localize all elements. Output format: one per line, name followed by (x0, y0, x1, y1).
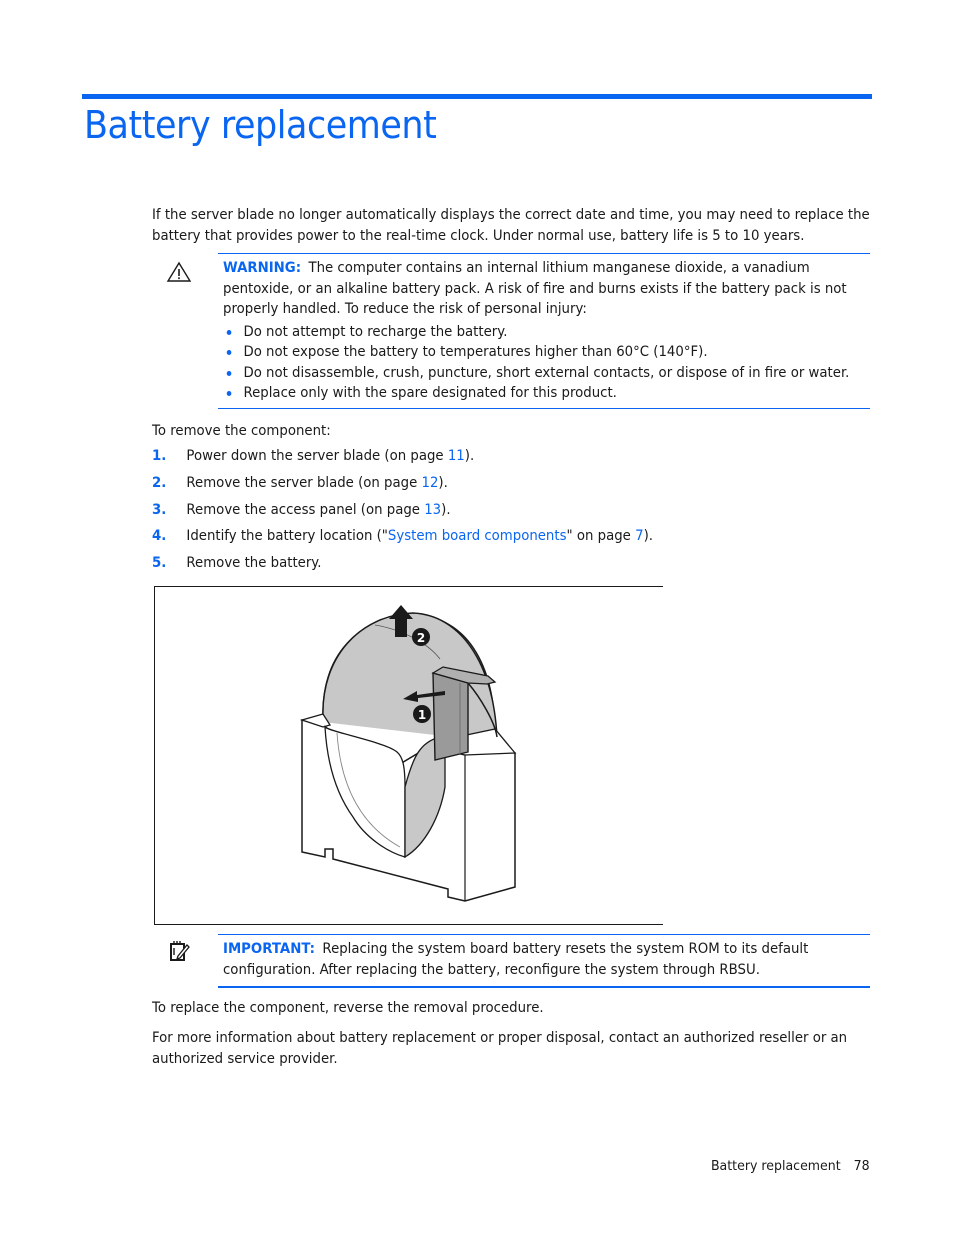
callout-1-label: 1 (418, 708, 426, 722)
warning-bullet-item: Do not attempt to recharge the battery. (223, 322, 849, 342)
more-info-line: authorized service provider. (152, 1050, 338, 1067)
important-notice: IMPORTANT: Replacing the system board bat… (170, 934, 870, 988)
step-number: 3. (152, 501, 167, 518)
step-number: 1. (152, 448, 167, 464)
warning-text: WARNING: The computer contains an interna… (223, 258, 874, 320)
removal-intro: To remove the component: (152, 423, 331, 439)
warning-bullet-item: Do not disassemble, crush, puncture, sho… (223, 363, 849, 383)
step-text: Remove the battery. (186, 555, 322, 572)
bullet-icon (226, 370, 232, 376)
important-line: Replacing the system board battery reset… (322, 941, 809, 957)
bullet-text: Replace only with the spare designated f… (243, 384, 617, 401)
more-info-paragraph: For more information about battery repla… (152, 1028, 848, 1069)
important-line: configuration. After replacing the batte… (223, 961, 760, 978)
page-link[interactable]: 7 (635, 528, 643, 544)
step-text-middle: " on page (566, 528, 636, 545)
warning-bullet-list: Do not attempt to recharge the battery. … (223, 322, 849, 403)
step-text: Power down the server blade (on page (186, 448, 448, 464)
step-item: 3. Remove the access panel (on page 13). (152, 500, 653, 527)
intro-line: battery that provides power to the real-… (152, 228, 805, 244)
warning-line: The computer contains an internal lithiu… (308, 260, 810, 276)
warning-line: pentoxide, or an alkaline battery pack. … (223, 280, 847, 297)
battery-removal-figure: 2 1 (154, 586, 663, 925)
step-text-end: ). (464, 448, 475, 464)
intro-line: If the server blade no longer automatica… (152, 207, 870, 223)
page-link[interactable]: 13 (424, 502, 441, 518)
intro-paragraph: If the server blade no longer automatica… (152, 205, 870, 247)
footer-section-title: Battery replacement (711, 1158, 841, 1174)
step-text: Remove the access panel (on page (186, 501, 425, 518)
battery-clip (432, 672, 469, 761)
step-text: Remove the server blade (on page (186, 474, 422, 491)
warning-triangle-icon (166, 261, 192, 282)
bullet-icon (226, 390, 232, 396)
more-info-line: For more information about battery repla… (152, 1030, 848, 1046)
important-text: IMPORTANT: Replacing the system board bat… (223, 939, 874, 980)
step-text-end: ). (441, 501, 451, 518)
warning-line: properly handled. To reduce the risk of … (223, 301, 587, 317)
important-notepad-icon (170, 941, 190, 961)
title-rule (82, 94, 872, 99)
battery-illustration: 2 1 (299, 605, 517, 902)
bullet-icon (226, 350, 232, 356)
callout-2-label: 2 (417, 631, 425, 645)
bullet-text: Do not disassemble, crush, puncture, sho… (243, 364, 850, 381)
removal-steps: 1. Power down the server blade (on page 1… (152, 446, 653, 580)
page-number: 78 (854, 1158, 870, 1174)
warning-label: WARNING: (223, 260, 302, 276)
important-label: IMPORTANT: (223, 941, 315, 957)
bullet-text: Do not expose the battery to temperature… (243, 344, 708, 361)
step-item: 5. Remove the battery. (152, 553, 653, 580)
page-link[interactable]: 12 (421, 475, 438, 491)
step-text-end: ). (438, 474, 448, 491)
warning-bullet-item: Do not expose the battery to temperature… (223, 342, 849, 362)
step-item: 2. Remove the server blade (on page 12). (152, 473, 653, 500)
page-footer: Battery replacement 78 (711, 1158, 870, 1174)
step-item: 4. Identify the battery location ("System… (152, 526, 653, 553)
bullet-text: Do not attempt to recharge the battery. (243, 324, 508, 340)
step-number: 2. (152, 474, 167, 491)
section-link[interactable]: System board components (388, 528, 567, 544)
step-item: 1. Power down the server blade (on page 1… (152, 446, 653, 473)
step-number: 5. (152, 555, 167, 572)
step-number: 4. (152, 528, 167, 545)
warning-notice: WARNING: The computer contains an interna… (166, 253, 870, 409)
step-text-end: ). (643, 528, 653, 545)
reverse-procedure-text: To replace the component, reverse the re… (152, 1000, 544, 1016)
warning-bullet-item: Replace only with the spare designated f… (223, 383, 849, 403)
page-title: Battery replacement (84, 103, 437, 147)
bullet-icon (226, 330, 232, 335)
step-text: Identify the battery location (" (186, 528, 388, 545)
page-link[interactable]: 11 (448, 448, 465, 464)
